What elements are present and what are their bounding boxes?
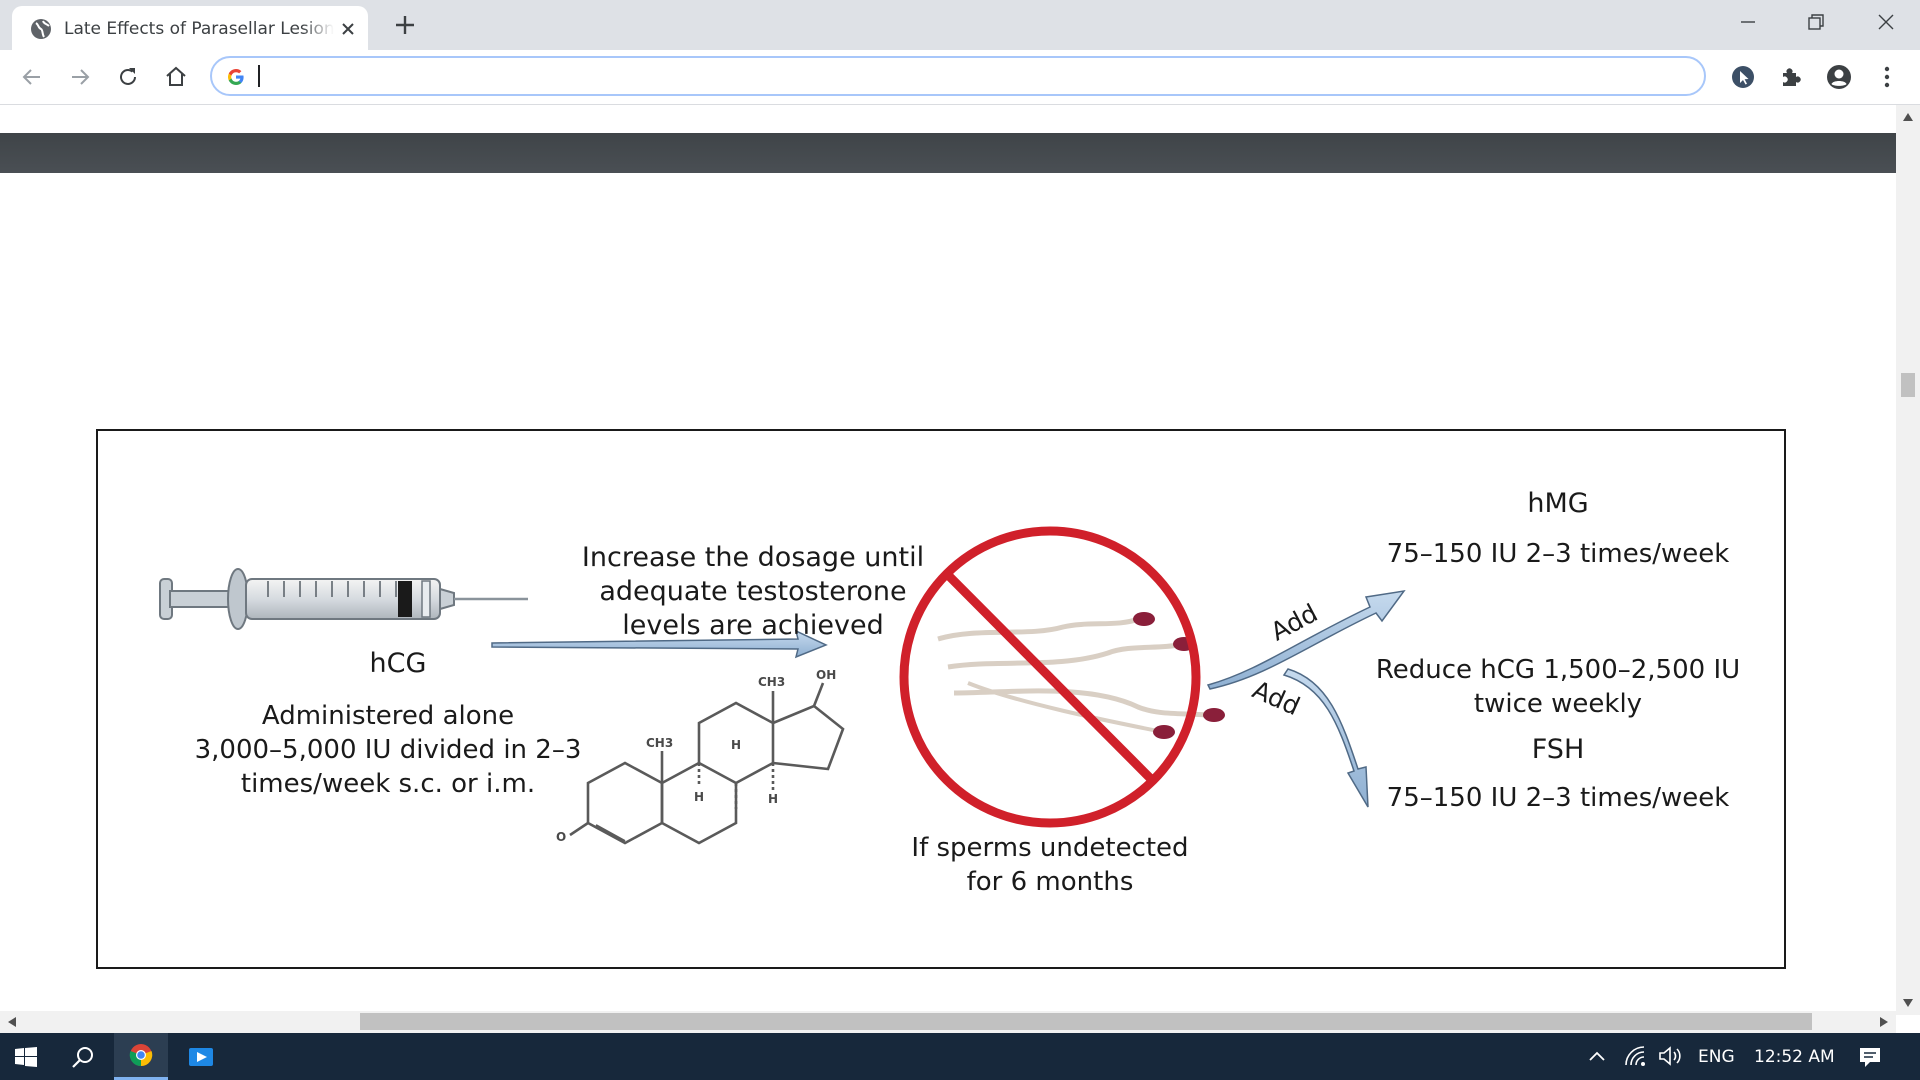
account-icon[interactable]: [1825, 63, 1853, 91]
hmg-dose: 75–150 IU 2–3 times/week: [1386, 539, 1730, 569]
close-icon[interactable]: [338, 19, 358, 39]
fsh-dose: 75–150 IU 2–3 times/week: [1386, 783, 1730, 813]
molecule-label-h2: H: [731, 738, 741, 752]
browser-tab[interactable]: Late Effects of Parasellar Lesion T: [12, 6, 368, 50]
figure-panel: CH3 CH3 OH H H H O Increase the dosage u…: [96, 429, 1786, 969]
wifi-icon[interactable]: [1624, 1045, 1648, 1067]
search-icon: [72, 1047, 93, 1068]
taskbar-search-button[interactable]: [58, 1033, 106, 1080]
chevron-up-icon[interactable]: [1588, 1050, 1606, 1062]
reload-button[interactable]: [112, 61, 144, 93]
hmg-title: hMG: [1527, 488, 1589, 519]
sperm-undetected-text: If sperms undetected for 6 months: [911, 833, 1189, 897]
horizontal-scroll-thumb[interactable]: [360, 1013, 1812, 1030]
taskbar-clock[interactable]: 12:52 AM: [1754, 1047, 1835, 1067]
windows-start-icon: [15, 1047, 37, 1067]
plus-icon[interactable]: [392, 12, 418, 38]
address-bar[interactable]: [210, 56, 1706, 96]
increase-dosage-text: Increase the dosage until adequate testo…: [581, 542, 925, 641]
horizontal-scrollbar[interactable]: [0, 1011, 1896, 1033]
google-icon: [228, 69, 244, 85]
back-icon: [22, 69, 40, 85]
globe-icon: [31, 19, 51, 39]
start-button[interactable]: [0, 1033, 52, 1080]
browser-toolbar: [0, 50, 1920, 105]
home-icon: [166, 66, 186, 86]
scroll-right-arrow[interactable]: [1880, 1017, 1888, 1027]
reduce-hcg-text: Reduce hCG 1,500–2,500 IU twice weekly: [1375, 655, 1741, 719]
taskbar-media-player[interactable]: [174, 1033, 228, 1080]
molecule-label-ch3-top: CH3: [758, 675, 785, 689]
speaker-icon[interactable]: [1658, 1045, 1684, 1067]
cursor-extension-icon[interactable]: [1729, 63, 1757, 91]
minimize-icon: [1741, 21, 1755, 23]
language-indicator[interactable]: ENG: [1698, 1047, 1735, 1067]
restore-button[interactable]: [1796, 8, 1836, 36]
media-player-icon: [189, 1048, 213, 1066]
page-header-bar: [0, 133, 1896, 173]
reload-icon: [120, 68, 136, 85]
scroll-left-arrow[interactable]: [8, 1017, 16, 1027]
windows-taskbar: ENG 12:52 AM: [0, 1033, 1920, 1080]
molecule-label-o: O: [556, 830, 566, 844]
chrome-icon: [129, 1044, 153, 1067]
scroll-down-arrow[interactable]: [1903, 999, 1913, 1007]
molecule-label-h3: H: [768, 792, 778, 806]
molecule-label-oh: OH: [816, 668, 836, 682]
hcg-description: Administered alone 3,000–5,000 IU divide…: [194, 701, 582, 799]
molecule-label-h1: H: [694, 790, 704, 804]
page-content: CH3 CH3 OH H H H O Increase the dosage u…: [0, 105, 1896, 1015]
window-close-button[interactable]: [1866, 8, 1906, 36]
scroll-up-arrow[interactable]: [1903, 113, 1913, 121]
address-input[interactable]: [256, 63, 1680, 91]
fsh-title: FSH: [1531, 734, 1585, 765]
vertical-scroll-thumb[interactable]: [1901, 373, 1915, 397]
tab-title: Late Effects of Parasellar Lesion T: [64, 19, 334, 39]
notification-icon[interactable]: [1858, 1045, 1882, 1069]
sperm-illustration: [937, 612, 1225, 739]
home-button[interactable]: [160, 61, 192, 93]
taskbar-chrome[interactable]: [114, 1033, 168, 1080]
restore-icon: [1808, 14, 1824, 30]
forward-button[interactable]: [64, 61, 96, 93]
kebab-menu-icon[interactable]: [1873, 63, 1901, 91]
text-caret: [258, 65, 260, 87]
hcg-title: hCG: [369, 648, 427, 679]
vertical-scrollbar[interactable]: [1896, 105, 1920, 1015]
syringe-illustration: [159, 568, 528, 630]
puzzle-icon[interactable]: [1777, 63, 1805, 91]
window-close-icon: [1878, 14, 1894, 30]
tab-strip: Late Effects of Parasellar Lesion T: [0, 0, 1920, 50]
forward-icon: [72, 69, 90, 85]
molecule-label-ch3-left: CH3: [646, 736, 673, 750]
minimize-button[interactable]: [1728, 8, 1768, 36]
back-button[interactable]: [16, 61, 48, 93]
